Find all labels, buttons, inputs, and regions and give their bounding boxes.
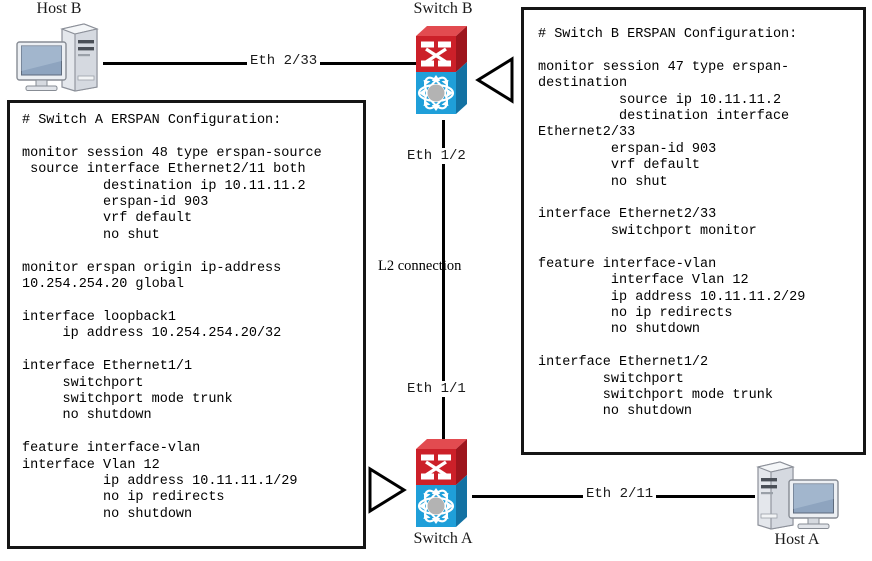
- host-b-icon: [14, 21, 102, 93]
- switch-b-config-box: # Switch B ERSPAN Configuration: monitor…: [521, 7, 866, 455]
- switch-b-icon: [414, 24, 472, 120]
- host-a-icon: [753, 459, 841, 531]
- host-a-label: Host A: [774, 531, 820, 548]
- link-label-eth-1-2: Eth 1/2: [404, 148, 469, 164]
- switch-b-label: Switch B: [413, 0, 473, 17]
- switch-a-config-text: # Switch A ERSPAN Configuration: monitor…: [22, 113, 322, 522]
- multilayer-switch-icon: [416, 26, 467, 114]
- switch-a-icon: [414, 437, 472, 533]
- diagram-canvas: Eth 2/33 Eth 1/2 L2 connection Eth 1/1 E…: [0, 0, 872, 561]
- switch-b-config-text: # Switch B ERSPAN Configuration: monitor…: [538, 27, 806, 420]
- desktop-computer-icon: [16, 23, 99, 92]
- host-b-label: Host B: [36, 0, 82, 17]
- desktop-computer-icon: [756, 461, 839, 530]
- switch-a-config-box: # Switch A ERSPAN Configuration: monitor…: [7, 100, 366, 549]
- callout-arrow-right-icon: [366, 466, 408, 519]
- multilayer-switch-icon: [416, 439, 467, 527]
- switch-a-label: Switch A: [413, 530, 473, 547]
- link-label-l2-connection: L2 connection: [378, 258, 462, 274]
- link-label-eth-1-1: Eth 1/1: [404, 381, 469, 397]
- link-label-eth-2-11: Eth 2/11: [583, 486, 657, 502]
- link-label-eth-2-33: Eth 2/33: [247, 53, 321, 69]
- callout-arrow-left-icon: [474, 56, 516, 109]
